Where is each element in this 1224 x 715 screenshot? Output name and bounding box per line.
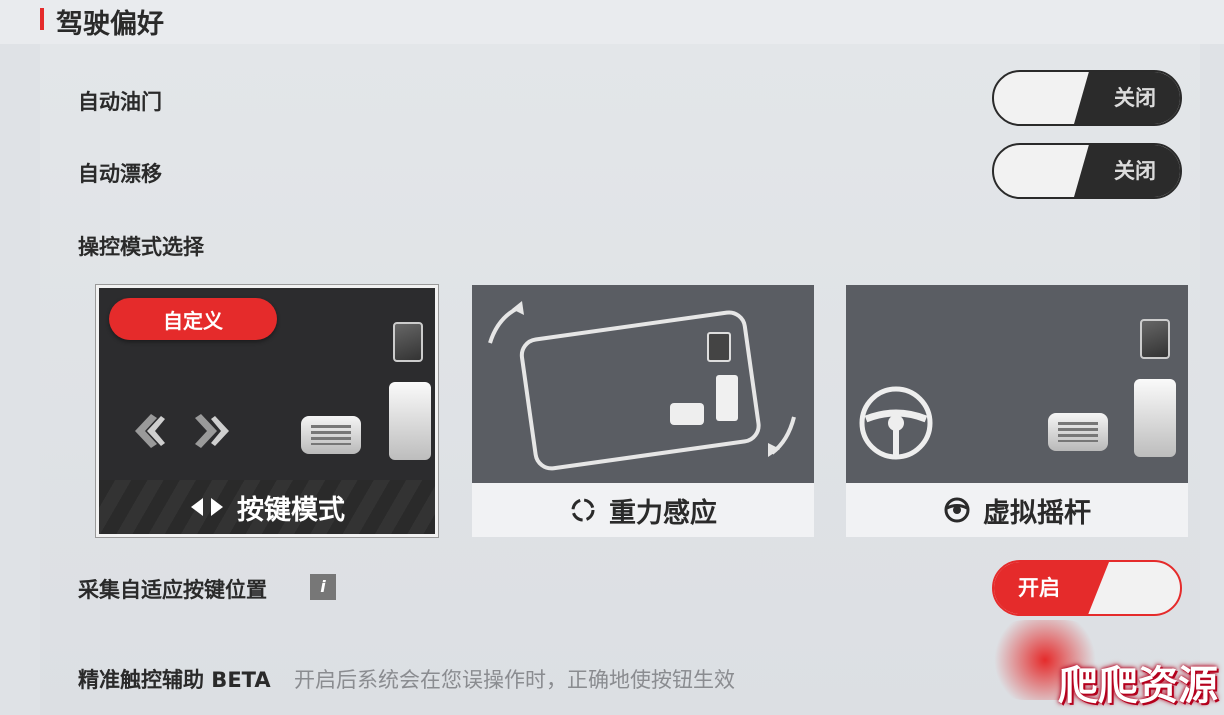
mode-card-footer: 按键模式: [99, 480, 435, 534]
mode-card-gravity[interactable]: 重力感应: [472, 285, 814, 537]
mode-card-joystick[interactable]: 虚拟摇杆: [846, 285, 1188, 537]
accelerator-pedal-icon: [1134, 379, 1176, 457]
arrow-left-right-icon: [191, 498, 223, 516]
auto-throttle-label: 自动油门: [78, 90, 162, 114]
toggle-state-text: 关闭: [1114, 159, 1156, 183]
info-icon[interactable]: i: [310, 574, 336, 600]
mode-card-footer: 重力感应: [472, 483, 814, 537]
accelerator-pedal-icon: [389, 382, 431, 460]
watermark-logo: 爬爬资源: [1058, 662, 1218, 709]
title-accent-bar: [40, 8, 44, 30]
brake-pedal-icon: [1048, 413, 1108, 451]
precise-touch-description: 开启后系统会在您误操作时，正确地使按钮生效: [294, 668, 735, 692]
header-bar: 驾驶偏好: [0, 0, 1224, 44]
control-mode-label: 操控模式选择: [78, 235, 204, 259]
arrow-buttons-icon: [135, 414, 229, 448]
custom-badge[interactable]: 自定义: [109, 298, 277, 340]
steering-wheel-icon: [859, 386, 933, 460]
toggle-state-text: 开启: [1018, 576, 1060, 600]
auto-drift-toggle[interactable]: 关闭: [992, 143, 1182, 199]
mode-label-joystick: 虚拟摇杆: [983, 497, 1091, 529]
precise-touch-label: 精准触控辅助 BETA: [78, 668, 271, 692]
adaptive-keys-toggle[interactable]: 开启: [992, 560, 1182, 616]
page-title: 驾驶偏好: [56, 9, 164, 40]
auto-throttle-toggle[interactable]: 关闭: [992, 70, 1182, 126]
steering-wheel-small-icon: [944, 497, 970, 523]
handbrake-icon: [393, 322, 423, 362]
mode-card-keys[interactable]: 自定义 按键模式: [96, 285, 438, 537]
mode-card-footer: 虚拟摇杆: [846, 483, 1188, 537]
mode-label-keys: 按键模式: [237, 494, 345, 526]
handbrake-icon: [1140, 319, 1170, 359]
adaptive-keys-label: 采集自适应按键位置: [78, 578, 267, 602]
tilted-phone-icon: [488, 301, 796, 471]
brake-pedal-icon: [301, 416, 361, 454]
auto-drift-label: 自动漂移: [78, 162, 162, 186]
gravity-icon: [571, 498, 595, 522]
mode-label-gravity: 重力感应: [609, 497, 717, 529]
toggle-state-text: 关闭: [1114, 86, 1156, 110]
